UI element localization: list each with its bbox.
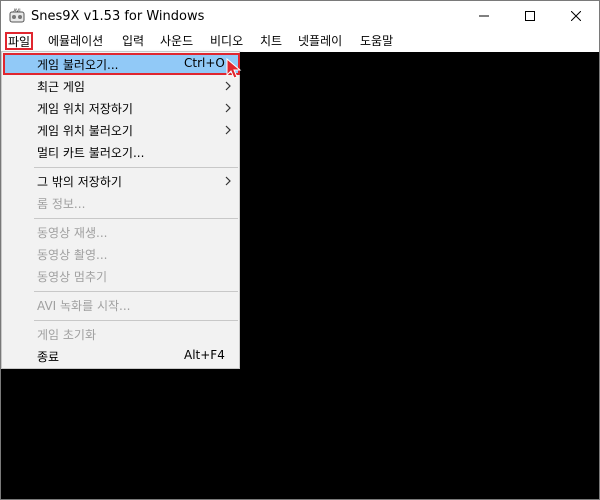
menu-input[interactable]: 입력	[121, 31, 145, 51]
window-title: Snes9X v1.53 for Windows	[31, 9, 205, 24]
menu-item-load-multicart[interactable]: 멀티 카트 불러오기...	[4, 141, 238, 163]
menu-item-recent-games[interactable]: 최근 게임	[4, 75, 238, 97]
svg-text:AVI: AVI	[13, 8, 20, 14]
menu-help[interactable]: 도움말	[359, 31, 394, 51]
minimize-button[interactable]	[461, 1, 507, 31]
menu-item-exit[interactable]: 종료 Alt+F4	[4, 345, 238, 367]
minimize-icon	[479, 15, 489, 17]
snes9x-app-icon: AVI	[9, 8, 25, 23]
chevron-right-icon	[225, 103, 231, 113]
menu-separator	[34, 167, 238, 168]
chevron-right-icon	[225, 81, 231, 91]
maximize-button[interactable]	[507, 1, 553, 31]
menu-separator	[34, 218, 238, 219]
title-bar[interactable]: AVI Snes9X v1.53 for Windows	[1, 1, 599, 31]
close-icon	[571, 11, 581, 21]
menu-item-label: AVI 녹화를 시작...	[37, 299, 131, 313]
menu-item-label: 게임 위치 불러오기	[37, 124, 133, 138]
menu-item-label: 게임 초기화	[37, 328, 97, 342]
close-button[interactable]	[553, 1, 599, 31]
menu-item-label: 멀티 카트 불러오기...	[37, 146, 145, 160]
menu-item-shortcut: Alt+F4	[184, 348, 225, 362]
menu-item-load-game[interactable]: 게임 불러오기... Ctrl+O	[3, 53, 240, 75]
file-menu-dropdown: 게임 불러오기... Ctrl+O 최근 게임 게임 위치 저장하기 게임 위치…	[1, 51, 240, 369]
menu-item-label: 최근 게임	[37, 80, 85, 94]
menu-item-load-state[interactable]: 게임 위치 불러오기	[4, 119, 238, 141]
menu-item-label: 그 밖의 저장하기	[37, 175, 122, 189]
menu-item-reset-game[interactable]: 게임 초기화	[4, 323, 238, 345]
menu-sound[interactable]: 사운드	[159, 31, 194, 51]
menu-item-movie-stop[interactable]: 동영상 멈추기	[4, 265, 238, 287]
menu-netplay[interactable]: 넷플레이	[297, 31, 343, 51]
menu-item-other-save[interactable]: 그 밖의 저장하기	[4, 170, 238, 192]
menu-item-movie-play[interactable]: 동영상 재생...	[4, 221, 238, 243]
menu-file[interactable]: 파일	[5, 32, 34, 50]
menu-item-label: 종료	[37, 350, 60, 364]
menu-separator	[34, 291, 238, 292]
menu-video[interactable]: 비디오	[209, 31, 244, 51]
menu-separator	[34, 320, 238, 321]
menu-item-avi-record[interactable]: AVI 녹화를 시작...	[4, 294, 238, 316]
menu-bar: 파일 에뮬레이션 입력 사운드 비디오 치트 넷플레이 도움말	[1, 31, 599, 51]
menu-item-movie-record[interactable]: 동영상 촬영...	[4, 243, 238, 265]
menu-emulation[interactable]: 에뮬레이션	[47, 31, 104, 51]
menu-item-label: 동영상 촬영...	[37, 248, 108, 262]
menu-item-label: 동영상 재생...	[37, 226, 108, 240]
maximize-icon	[525, 11, 535, 21]
menu-item-save-state[interactable]: 게임 위치 저장하기	[4, 97, 238, 119]
menu-item-shortcut: Ctrl+O	[184, 56, 225, 70]
chevron-right-icon	[225, 176, 231, 186]
menu-item-rom-info[interactable]: 롬 정보...	[4, 192, 238, 214]
menu-item-label: 동영상 멈추기	[37, 270, 108, 284]
menu-item-label: 게임 불러오기...	[37, 58, 119, 72]
menu-item-label: 롬 정보...	[37, 197, 86, 211]
chevron-right-icon	[225, 125, 231, 135]
menu-cheat[interactable]: 치트	[259, 31, 283, 51]
menu-item-label: 게임 위치 저장하기	[37, 102, 133, 116]
mouse-pointer-icon	[226, 58, 242, 79]
